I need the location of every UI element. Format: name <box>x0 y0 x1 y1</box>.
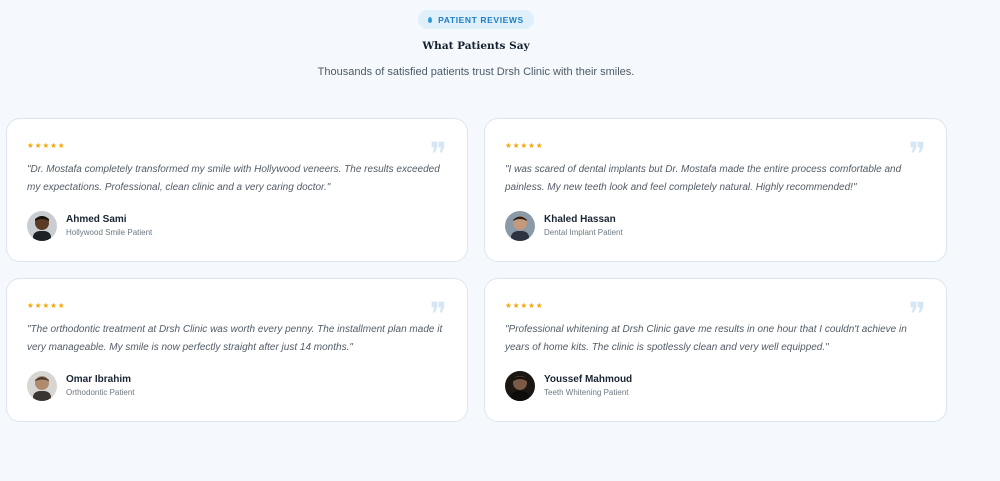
person-avatar-icon <box>27 211 57 241</box>
review-card: ★★★★★ ❞ "Dr. Mostafa completely transfor… <box>6 118 468 262</box>
author-name: Youssef Mahmoud <box>544 374 633 385</box>
section-subtitle: Thousands of satisfied patients trust Dr… <box>317 66 635 78</box>
review-text: "The orthodontic treatment at Drsh Clini… <box>27 324 443 353</box>
quote-icon: ❞ <box>908 295 926 333</box>
review-card: ★★★★★ ❞ "I was scared of dental implants… <box>484 118 947 262</box>
author-name: Ahmed Sami <box>66 214 127 225</box>
quote-icon: ❞ <box>908 135 926 173</box>
person-avatar-icon <box>505 371 535 401</box>
review-author: Youssef Mahmoud Teeth Whitening Patient <box>505 371 632 401</box>
reviews-grid: ★★★★★ ❞ "Dr. Mostafa completely transfor… <box>6 118 948 422</box>
review-author: Khaled Hassan Dental Implant Patient <box>505 211 623 241</box>
tooth-icon <box>428 16 433 23</box>
quote-icon: ❞ <box>429 135 447 173</box>
author-role: Dental Implant Patient <box>544 228 623 237</box>
patient-reviews-badge: PATIENT REVIEWS <box>418 10 534 29</box>
review-author: Omar Ibrahim Orthodontic Patient <box>27 371 134 401</box>
author-name: Omar Ibrahim <box>66 374 132 385</box>
star-rating: ★★★★★ <box>27 141 66 150</box>
review-card: ★★★★★ ❞ "The orthodontic treatment at Dr… <box>6 278 468 422</box>
badge-label: PATIENT REVIEWS <box>438 14 524 25</box>
author-name: Khaled Hassan <box>544 214 616 225</box>
star-rating: ★★★★★ <box>505 301 544 310</box>
star-rating: ★★★★★ <box>27 301 66 310</box>
section-title: What Patients Say <box>422 40 530 52</box>
review-text: "Professional whitening at Drsh Clinic g… <box>505 324 907 353</box>
review-author: Ahmed Sami Hollywood Smile Patient <box>27 211 152 241</box>
person-avatar-icon <box>27 371 57 401</box>
review-text: "I was scared of dental implants but Dr.… <box>505 164 902 193</box>
reviews-section-header: PATIENT REVIEWS What Patients Say Thousa… <box>0 0 952 78</box>
person-avatar-icon <box>505 211 535 241</box>
review-card: ★★★★★ ❞ "Professional whitening at Drsh … <box>484 278 947 422</box>
author-role: Teeth Whitening Patient <box>544 388 629 397</box>
quote-icon: ❞ <box>429 295 447 333</box>
author-role: Hollywood Smile Patient <box>66 228 153 237</box>
star-rating: ★★★★★ <box>505 141 544 150</box>
author-role: Orthodontic Patient <box>66 388 135 397</box>
review-text: "Dr. Mostafa completely transformed my s… <box>27 164 440 193</box>
